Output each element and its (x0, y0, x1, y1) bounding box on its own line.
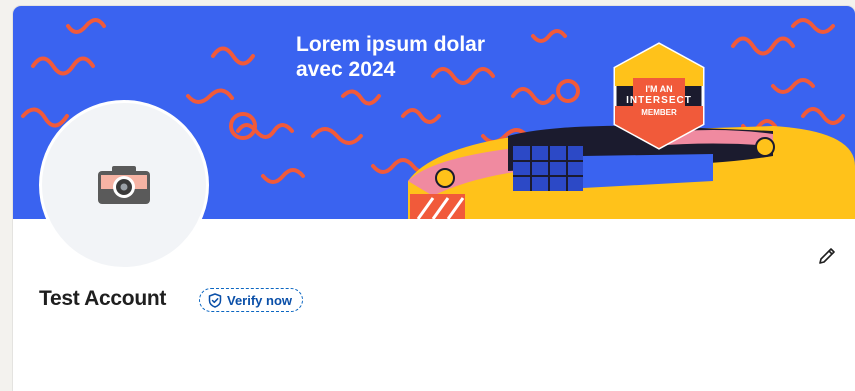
intersect-badge: I'M AN INTERSECT MEMBER (617, 83, 701, 119)
profile-card: Lorem ipsum dolar avec 2024 I'M AN INTER… (13, 6, 855, 391)
banner-title: Lorem ipsum dolar avec 2024 (296, 33, 486, 81)
camera-icon (98, 166, 150, 204)
profile-name: Test Account (39, 287, 167, 310)
verify-now-label: Verify now (227, 292, 293, 308)
profile-avatar[interactable] (39, 100, 209, 270)
edit-profile-button[interactable] (813, 242, 841, 270)
verify-now-button[interactable]: Verify now (199, 288, 304, 312)
badge-line-2: INTERSECT (626, 95, 692, 106)
shield-check-icon (208, 292, 222, 308)
badge-line-1: I'M AN (645, 84, 673, 94)
pencil-icon (819, 248, 835, 264)
badge-line-3: MEMBER (641, 108, 677, 117)
